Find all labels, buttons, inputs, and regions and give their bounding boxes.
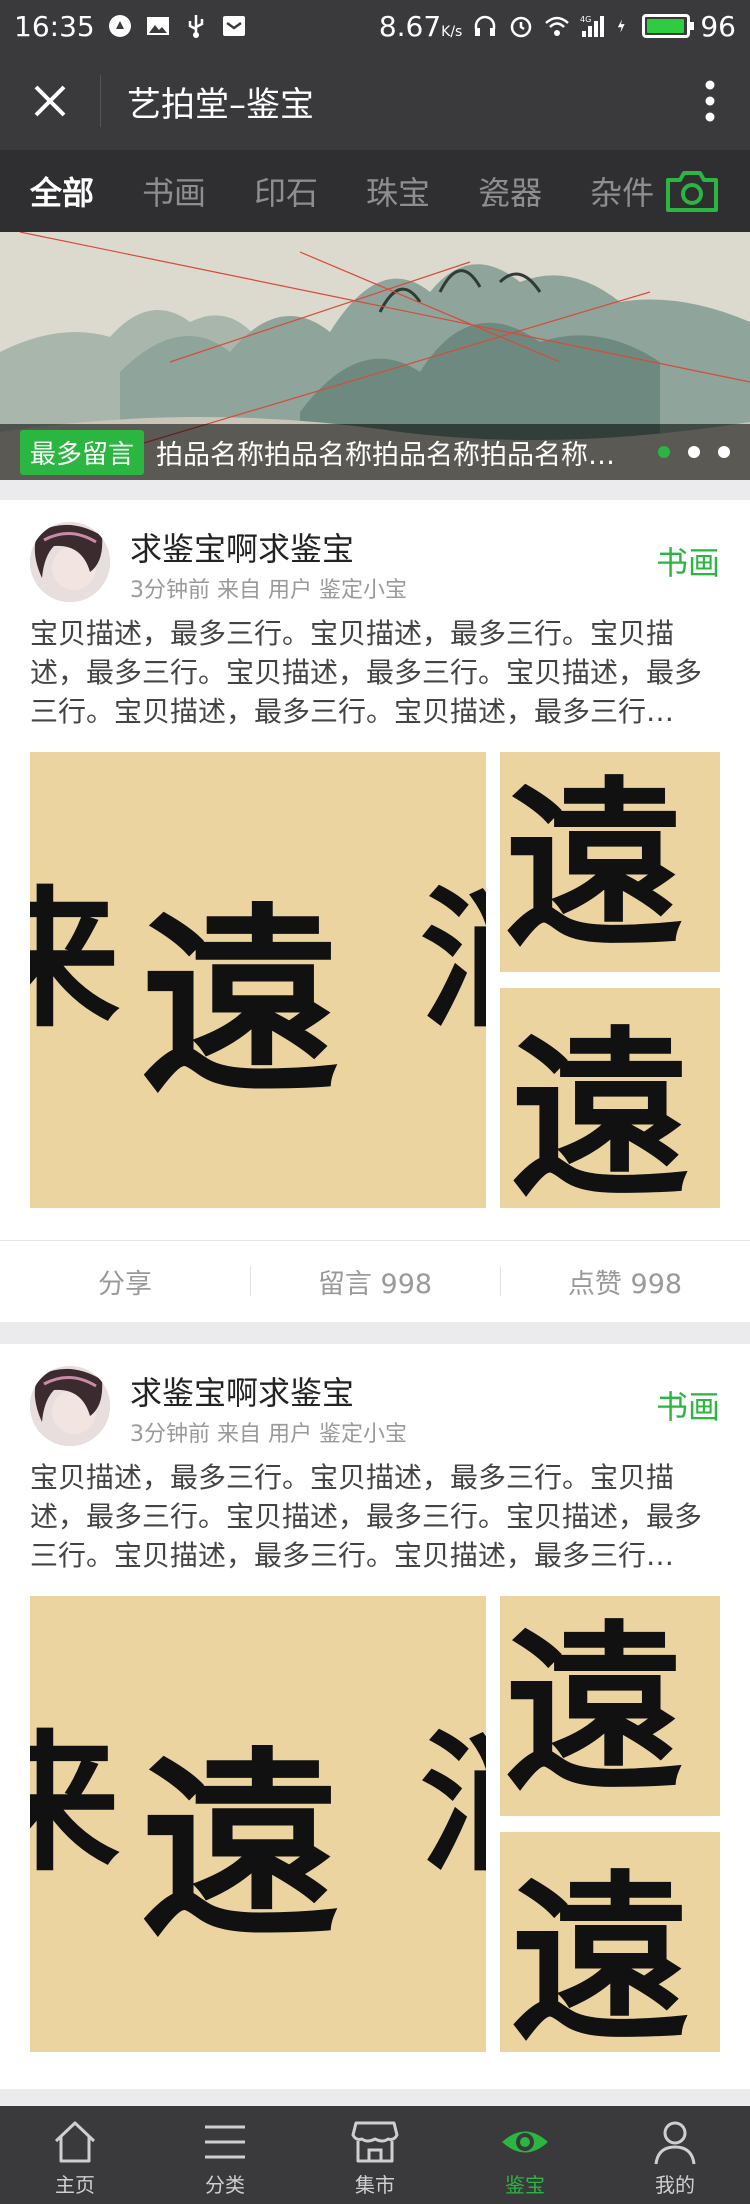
nav-appraisal-label: 鉴宝 bbox=[505, 2173, 545, 2197]
post-image-thumb[interactable]: 遠 bbox=[500, 1832, 720, 2052]
banner-caption-bar: 最多留言 拍品名称拍品名称拍品名称拍品名称拍品名称 bbox=[0, 424, 750, 480]
avatar-image bbox=[30, 522, 110, 602]
post-header: 求鉴宝啊求鉴宝 3分钟前 来自 用户 鉴定小宝 书画 bbox=[30, 1366, 720, 1450]
bottom-navigation: 主页 分类 集市 鉴宝 我的 bbox=[0, 2106, 750, 2204]
calligraphy-image: 遠 来 消 bbox=[30, 1596, 486, 2052]
more-button[interactable] bbox=[670, 52, 750, 150]
post-description[interactable]: 宝贝描述，最多三行。宝贝描述，最多三行。宝贝描述，最多三行。宝贝描述，最多三行。… bbox=[30, 1458, 720, 1575]
status-time: 16:35 bbox=[14, 9, 95, 43]
mail-icon bbox=[222, 16, 245, 36]
title-bar: 艺拍堂–鉴宝 bbox=[0, 52, 750, 150]
app-notification-icon bbox=[108, 15, 131, 37]
post-header: 求鉴宝啊求鉴宝 3分钟前 来自 用户 鉴定小宝 书画 bbox=[30, 522, 720, 606]
carousel-dot[interactable] bbox=[688, 446, 700, 458]
post-meta: 3分钟前 来自 用户 鉴定小宝 bbox=[130, 578, 407, 603]
banner-title: 拍品名称拍品名称拍品名称拍品名称拍品名称 bbox=[156, 439, 616, 471]
nav-category-label: 分类 bbox=[205, 2173, 245, 2197]
post-actions: 分享 留言 998 点赞 998 bbox=[0, 1240, 750, 1322]
svg-text:来: 来 bbox=[30, 1716, 120, 1892]
wifi-icon bbox=[545, 16, 570, 36]
svg-text:遠: 遠 bbox=[504, 1604, 684, 1815]
post-card[interactable]: 求鉴宝啊求鉴宝 3分钟前 来自 用户 鉴定小宝 书画 宝贝描述，最多三行。宝贝描… bbox=[0, 500, 750, 1322]
svg-text:遠: 遠 bbox=[140, 885, 340, 1120]
network-speed: 8.67K/s bbox=[378, 9, 463, 43]
post-description[interactable]: 宝贝描述，最多三行。宝贝描述，最多三行。宝贝描述，最多三行。宝贝描述，最多三行。… bbox=[30, 614, 720, 731]
svg-text:遠: 遠 bbox=[510, 1010, 690, 1208]
post-meta: 3分钟前 来自 用户 鉴定小宝 bbox=[130, 1422, 407, 1447]
svg-text:4G: 4G bbox=[580, 15, 591, 24]
nav-profile[interactable]: 我的 bbox=[600, 2106, 750, 2204]
close-button[interactable] bbox=[0, 52, 100, 150]
home-icon bbox=[54, 2121, 96, 2163]
category-label[interactable]: 书画 bbox=[656, 1382, 720, 1428]
avatar[interactable] bbox=[30, 522, 110, 602]
svg-text:遠: 遠 bbox=[140, 1729, 340, 1964]
calligraphy-image: 遠 bbox=[500, 988, 720, 1208]
tab-painting[interactable]: 书画 bbox=[142, 168, 206, 214]
charging-icon bbox=[618, 19, 625, 33]
calligraphy-image: 遠 bbox=[500, 752, 720, 972]
headphones-icon bbox=[475, 15, 496, 36]
tab-misc[interactable]: 杂件 bbox=[590, 168, 654, 214]
alarm-icon bbox=[511, 16, 532, 38]
shop-icon bbox=[351, 2121, 399, 2163]
post-image-thumb[interactable]: 遠 bbox=[500, 1596, 720, 1816]
nav-category[interactable]: 分类 bbox=[150, 2106, 300, 2204]
avatar-image bbox=[30, 1366, 110, 1446]
nav-market-label: 集市 bbox=[355, 2173, 395, 2197]
more-vertical-icon bbox=[705, 80, 715, 122]
most-comments-badge: 最多留言 bbox=[20, 429, 145, 475]
user-name[interactable]: 求鉴宝啊求鉴宝 bbox=[130, 524, 354, 570]
tab-seal-stone[interactable]: 印石 bbox=[254, 168, 318, 214]
nav-profile-label: 我的 bbox=[655, 2173, 695, 2197]
nav-appraisal[interactable]: 鉴宝 bbox=[450, 2106, 600, 2204]
battery-level: 96 bbox=[700, 9, 736, 43]
title-divider bbox=[100, 75, 101, 127]
usb-icon bbox=[188, 15, 203, 38]
page-title: 艺拍堂–鉴宝 bbox=[127, 84, 314, 125]
nav-home[interactable]: 主页 bbox=[0, 2106, 150, 2204]
tab-all[interactable]: 全部 bbox=[30, 168, 94, 214]
user-icon bbox=[654, 2121, 696, 2165]
category-tabs: 全部 书画 印石 珠宝 瓷器 杂件 bbox=[0, 150, 750, 232]
tab-porcelain[interactable]: 瓷器 bbox=[478, 168, 542, 214]
eye-icon bbox=[502, 2131, 548, 2153]
battery-icon bbox=[642, 14, 695, 38]
post-image-main[interactable]: 遠 来 消 bbox=[30, 1596, 486, 2052]
signal-icon: 4G bbox=[580, 15, 605, 37]
image-icon bbox=[146, 17, 169, 35]
post-image-main[interactable]: 遠 来 消 bbox=[30, 752, 486, 1208]
svg-text:来: 来 bbox=[30, 872, 120, 1048]
close-icon bbox=[34, 85, 66, 117]
svg-text:消: 消 bbox=[420, 872, 486, 1048]
avatar[interactable] bbox=[30, 1366, 110, 1446]
calligraphy-image: 遠 来 消 bbox=[30, 752, 486, 1208]
calligraphy-image: 遠 bbox=[500, 1596, 720, 1816]
comment-button[interactable]: 留言 998 bbox=[250, 1262, 500, 1301]
menu-icon bbox=[205, 2125, 245, 2159]
share-button[interactable]: 分享 bbox=[0, 1262, 250, 1301]
featured-banner[interactable]: 最多留言 拍品名称拍品名称拍品名称拍品名称拍品名称 bbox=[0, 232, 750, 480]
like-button[interactable]: 点赞 998 bbox=[500, 1262, 750, 1301]
user-name[interactable]: 求鉴宝啊求鉴宝 bbox=[130, 1368, 354, 1414]
svg-text:遠: 遠 bbox=[510, 1854, 690, 2052]
post-image-thumb[interactable]: 遠 bbox=[500, 752, 720, 972]
carousel-dot[interactable] bbox=[658, 446, 670, 458]
tab-jewelry[interactable]: 珠宝 bbox=[366, 168, 430, 214]
carousel-dots bbox=[658, 446, 730, 458]
camera-icon[interactable] bbox=[664, 168, 720, 214]
post-image-thumb[interactable]: 遠 bbox=[500, 988, 720, 1208]
calligraphy-image: 遠 bbox=[500, 1832, 720, 2052]
svg-text:消: 消 bbox=[420, 1716, 486, 1892]
nav-market[interactable]: 集市 bbox=[300, 2106, 450, 2204]
nav-home-label: 主页 bbox=[55, 2173, 95, 2197]
carousel-dot[interactable] bbox=[718, 446, 730, 458]
category-label[interactable]: 书画 bbox=[656, 538, 720, 584]
post-card[interactable]: 求鉴宝啊求鉴宝 3分钟前 来自 用户 鉴定小宝 书画 宝贝描述，最多三行。宝贝描… bbox=[0, 1344, 750, 2089]
svg-text:遠: 遠 bbox=[504, 760, 684, 971]
status-bar: 16:35 8.67K/s 4G 96 bbox=[0, 0, 750, 52]
